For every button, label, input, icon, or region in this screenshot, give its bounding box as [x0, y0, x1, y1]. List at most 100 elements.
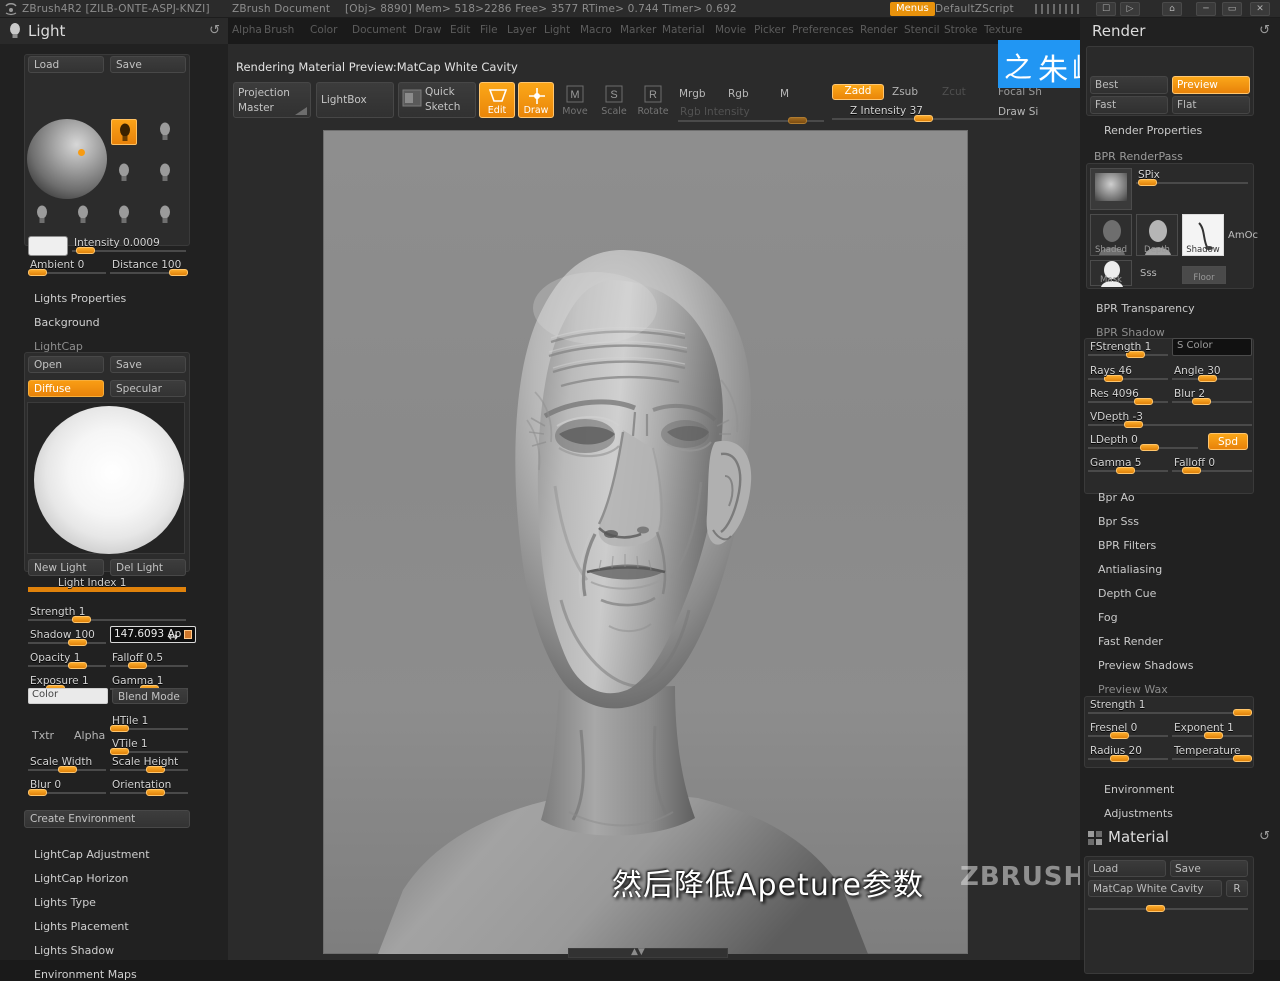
menu-marker[interactable]: Marker: [620, 24, 656, 36]
radius-slider[interactable]: Radius 20: [1088, 745, 1168, 762]
section-bpr-ao[interactable]: Bpr Ao: [1098, 491, 1135, 504]
fresnel-slider[interactable]: Fresnel 0: [1088, 722, 1168, 739]
menu-layer[interactable]: Layer: [507, 24, 536, 36]
scale-height-slider[interactable]: Scale Height: [110, 756, 188, 773]
light-slot-8[interactable]: [152, 202, 178, 228]
pass-amoc-label[interactable]: AmOc: [1228, 230, 1258, 241]
lightcap-preview[interactable]: [27, 402, 185, 554]
lightcap-open-button[interactable]: Open: [28, 356, 104, 373]
lightbox-button[interactable]: LightBox: [316, 82, 394, 118]
render-preview-button[interactable]: Preview: [1172, 76, 1250, 94]
falloff-slider[interactable]: Falloff 0.5: [110, 652, 188, 669]
temperature-slider[interactable]: Temperature: [1172, 745, 1252, 762]
menu-edit[interactable]: Edit: [450, 24, 470, 36]
pass-sss-label[interactable]: Sss: [1140, 268, 1157, 279]
vtile-slider[interactable]: VTile 1: [110, 738, 188, 755]
render-flat-button[interactable]: Flat: [1172, 96, 1250, 114]
fstrength-slider[interactable]: FStrength 1: [1088, 341, 1168, 358]
opacity-slider[interactable]: Opacity 1: [28, 652, 106, 669]
draw-button[interactable]: Draw: [518, 82, 554, 118]
projection-master-button[interactable]: Projection Master: [233, 82, 311, 118]
section-preview-shadows[interactable]: Preview Shadows: [1098, 659, 1193, 672]
angle-slider[interactable]: Angle 30: [1172, 365, 1252, 382]
section-bpr-renderpass[interactable]: BPR RenderPass: [1094, 150, 1183, 163]
menu-preferences[interactable]: Preferences: [792, 24, 854, 36]
menu-document[interactable]: Document: [352, 24, 406, 36]
render-fast-button[interactable]: Fast: [1090, 96, 1168, 114]
menu-picker[interactable]: Picker: [754, 24, 785, 36]
light-index-slider[interactable]: Light Index 1: [28, 577, 186, 593]
titlebar-icon-1[interactable]: ☐: [1096, 2, 1116, 16]
close-button[interactable]: ✕: [1250, 2, 1270, 16]
spix-render-slider[interactable]: SPix: [1136, 169, 1248, 186]
section-lights-placement[interactable]: Lights Placement: [34, 920, 129, 933]
htile-slider[interactable]: HTile 1: [110, 715, 188, 732]
menu-light[interactable]: Light: [544, 24, 570, 36]
light-color-swatch[interactable]: [28, 236, 68, 256]
lock-icon[interactable]: ⌂: [1162, 2, 1182, 16]
blur-slider[interactable]: Blur 0: [28, 779, 106, 796]
pass-shadow-thumb[interactable]: Shadow: [1182, 214, 1224, 256]
section-bpr-sss[interactable]: Bpr Sss: [1098, 515, 1139, 528]
menu-material[interactable]: Material: [662, 24, 705, 36]
zsub-button[interactable]: Zsub: [892, 86, 918, 98]
m-button[interactable]: M: [780, 88, 789, 100]
section-lightcap-horizon[interactable]: LightCap Horizon: [34, 872, 128, 885]
section-environment[interactable]: Environment: [1104, 783, 1174, 796]
section-bpr-filters[interactable]: BPR Filters: [1098, 539, 1156, 552]
menu-macro[interactable]: Macro: [580, 24, 612, 36]
move-button[interactable]: M Move: [557, 82, 593, 118]
light-save-button[interactable]: Save: [110, 56, 186, 73]
minimize-button[interactable]: ─: [1196, 2, 1216, 16]
current-material-button[interactable]: MatCap White Cavity: [1088, 880, 1222, 897]
menu-alpha[interactable]: Alpha: [232, 24, 262, 36]
mrgb-button[interactable]: Mrgb: [679, 88, 706, 100]
ambient-slider[interactable]: Ambient 0: [28, 259, 106, 276]
render-reset-icon[interactable]: ↺: [1259, 23, 1270, 38]
scale-button[interactable]: S Scale: [596, 82, 632, 118]
section-render-properties[interactable]: Render Properties: [1104, 124, 1202, 137]
pass-floor-thumb[interactable]: Floor: [1182, 266, 1226, 284]
light-slot-7[interactable]: [111, 202, 137, 228]
material-r-button[interactable]: R: [1226, 880, 1248, 897]
intensity-slider[interactable]: Intensity 0.0009: [72, 237, 186, 254]
light-slot-4[interactable]: [152, 160, 178, 186]
section-lights-type[interactable]: Lights Type: [34, 896, 96, 909]
vdepth-slider[interactable]: VDepth -3: [1088, 411, 1252, 428]
menu-color[interactable]: Color: [310, 24, 337, 36]
section-depth-cue[interactable]: Depth Cue: [1098, 587, 1156, 600]
lightcap-save-button[interactable]: Save: [110, 356, 186, 373]
pass-mask-thumb[interactable]: Mask: [1090, 260, 1132, 287]
orientation-slider[interactable]: Orientation: [110, 779, 188, 796]
light-slot-3[interactable]: [111, 160, 137, 186]
aperture-handle[interactable]: [184, 630, 192, 639]
menu-file[interactable]: File: [480, 24, 498, 36]
strength-slider[interactable]: Strength 1: [28, 606, 186, 623]
z-intensity-slider[interactable]: Z Intensity 37: [832, 105, 1012, 122]
rgb-intensity-slider[interactable]: [678, 108, 824, 124]
wax-strength-slider[interactable]: Strength 1: [1088, 699, 1252, 716]
light-load-button[interactable]: Load: [28, 56, 104, 73]
scrollbar-arrows-icon[interactable]: ▲▼: [631, 947, 645, 957]
titlebar-slider[interactable]: [1035, 4, 1087, 14]
lightcap-specular-tab[interactable]: Specular: [110, 380, 186, 397]
section-lightcap-adjustment[interactable]: LightCap Adjustment: [34, 848, 150, 861]
menus-toggle-button[interactable]: Menus: [890, 2, 935, 16]
draw-size-label[interactable]: Draw Si: [998, 106, 1038, 118]
light-slot-2[interactable]: [152, 119, 178, 145]
shadow-color-field[interactable]: S Color: [1172, 338, 1252, 356]
menu-stroke[interactable]: Stroke: [944, 24, 977, 36]
section-antialiasing[interactable]: Antialiasing: [1098, 563, 1162, 576]
rays-slider[interactable]: Rays 46: [1088, 365, 1168, 382]
material-reset-icon[interactable]: ↺: [1259, 829, 1270, 844]
section-environment-maps[interactable]: Environment Maps: [34, 968, 137, 981]
material-mix-slider[interactable]: [1088, 896, 1248, 912]
light-preview-sphere[interactable]: [27, 119, 107, 199]
3d-canvas[interactable]: [323, 130, 968, 954]
section-preview-wax[interactable]: Preview Wax: [1098, 683, 1168, 696]
distance-slider[interactable]: Distance 100: [110, 259, 188, 276]
menu-brush[interactable]: Brush: [264, 24, 294, 36]
txtr-label[interactable]: Txtr: [32, 729, 54, 742]
zcut-button[interactable]: Zcut: [942, 86, 966, 98]
del-light-button[interactable]: Del Light: [110, 559, 186, 576]
